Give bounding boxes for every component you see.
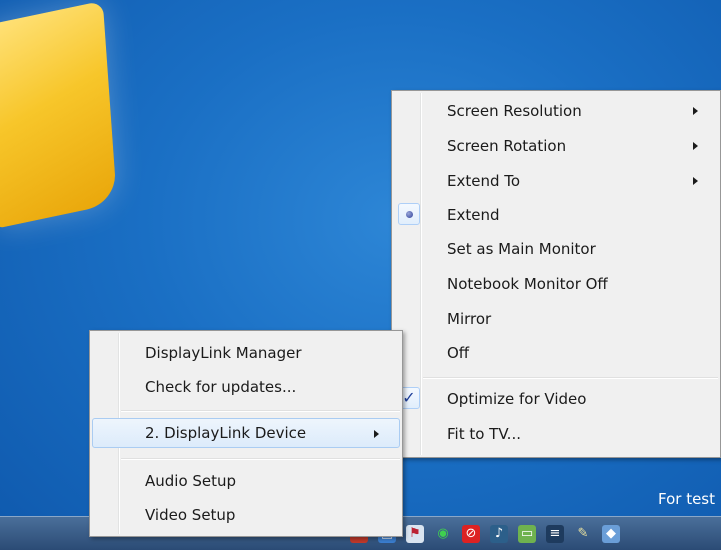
menu-item-label: Extend To [447, 172, 521, 190]
menu-item-off[interactable]: Off [394, 338, 718, 368]
displaylink-device-submenu: Screen Resolution Screen Rotation Extend… [391, 90, 721, 458]
menu-item-label: Off [447, 344, 470, 362]
menu-item-displaylink-device[interactable]: 2. DisplayLink Device [92, 418, 400, 448]
menu-item-audio-setup[interactable]: Audio Setup [92, 466, 400, 496]
wireless-icon[interactable]: ◉ [434, 525, 452, 543]
menu-item-screen-rotation[interactable]: Screen Rotation [394, 131, 718, 161]
menu-item-label: Extend [447, 206, 500, 224]
test-mode-watermark: For test [657, 490, 715, 508]
menu-separator [423, 377, 718, 379]
displaylink-context-menu: DisplayLink Manager Check for updates...… [89, 330, 403, 537]
menu-item-notebook-monitor-off[interactable]: Notebook Monitor Off [394, 269, 718, 299]
menu-item-label: Set as Main Monitor [447, 240, 596, 258]
windows-logo-wallpaper [0, 0, 118, 229]
menu-item-label: Fit to TV... [447, 425, 521, 443]
menu-item-optimize-for-video[interactable]: ✓ Optimize for Video [394, 384, 718, 414]
menu-item-mirror[interactable]: Mirror [394, 304, 718, 334]
menu-item-label: Audio Setup [145, 472, 237, 490]
security-icon[interactable]: ⊘ [462, 524, 480, 543]
bars-icon[interactable]: ≡ [546, 524, 564, 543]
submenu-arrow-icon [693, 142, 698, 150]
menu-item-label: Screen Rotation [447, 137, 567, 155]
menu-item-fit-to-tv[interactable]: Fit to TV... [394, 419, 718, 449]
menu-item-label: Screen Resolution [447, 102, 582, 120]
menu-item-set-as-main-monitor[interactable]: Set as Main Monitor [394, 234, 718, 264]
menu-item-check-for-updates[interactable]: Check for updates... [92, 372, 400, 402]
menu-item-extend[interactable]: Extend [394, 200, 718, 230]
paint-icon[interactable]: ✎ [574, 525, 592, 543]
radio-selected-icon [398, 203, 420, 225]
menu-item-label: Check for updates... [145, 378, 297, 396]
menu-item-displaylink-manager[interactable]: DisplayLink Manager [92, 338, 400, 368]
displaylink-icon[interactable]: ▭ [518, 524, 536, 543]
menu-item-label: Video Setup [145, 506, 236, 524]
submenu-arrow-icon [693, 107, 698, 115]
submenu-arrow-icon [374, 430, 379, 438]
app-icon[interactable]: ◆ [602, 524, 620, 543]
media-icon[interactable]: ♪ [490, 524, 508, 543]
menu-item-label: Optimize for Video [447, 390, 587, 408]
flag-icon[interactable]: ⚑ [406, 524, 424, 543]
menu-item-label: Mirror [447, 310, 492, 328]
menu-item-label: DisplayLink Manager [145, 344, 302, 362]
menu-separator [121, 458, 400, 460]
submenu-arrow-icon [693, 177, 698, 185]
menu-item-extend-to[interactable]: Extend To [394, 166, 718, 196]
menu-item-label: 2. DisplayLink Device [145, 424, 307, 442]
menu-item-label: Notebook Monitor Off [447, 275, 608, 293]
menu-item-video-setup[interactable]: Video Setup [92, 500, 400, 530]
menu-separator [121, 410, 400, 412]
menu-item-screen-resolution[interactable]: Screen Resolution [394, 96, 718, 126]
